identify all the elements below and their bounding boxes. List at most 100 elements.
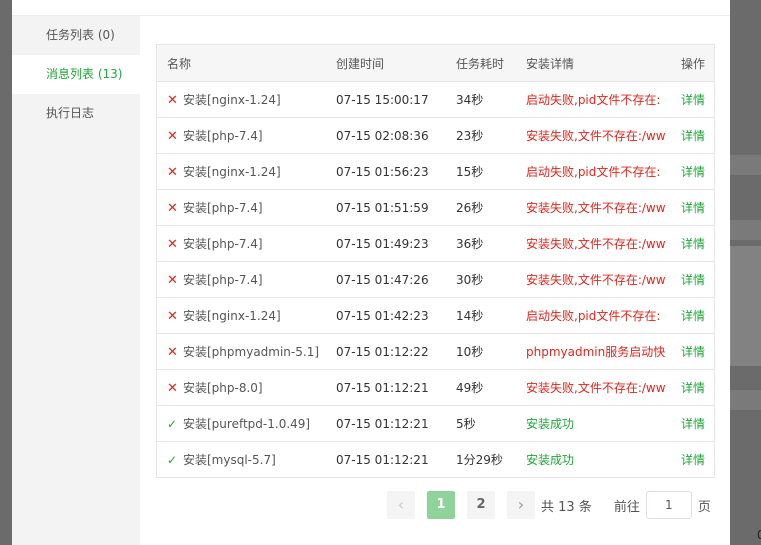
- task-name-cell: ✓ 安装[pureftpd-1.0.49]: [157, 405, 336, 442]
- detail-link[interactable]: 详情: [681, 273, 705, 287]
- table-row: ✕ 安装[php-7.4] 07-15 01:49:23 36秒 安装失败,文件不存在:…: [157, 225, 714, 262]
- created-time: 07-15 02:08:36: [336, 117, 456, 154]
- goto-label: 前往: [613, 499, 640, 515]
- task-duration: 30秒: [456, 261, 526, 298]
- cross-icon: ✕: [167, 165, 178, 180]
- backdrop-bar: [730, 155, 761, 175]
- task-duration: 26秒: [456, 189, 526, 226]
- install-detail: 安装失败,文件不存在:/ww: [526, 225, 681, 262]
- page-button-1[interactable]: 1: [427, 491, 455, 519]
- operation-cell: 详情: [681, 189, 714, 226]
- sidebar-item-execution-log[interactable]: 执行日志: [12, 94, 140, 133]
- goto-suffix: 页: [697, 499, 711, 515]
- task-name: 安装[nginx-1.24]: [183, 165, 281, 179]
- operation-cell: 详情: [681, 225, 714, 262]
- operation-cell: 详情: [681, 261, 714, 298]
- created-time: 07-15 01:49:23: [336, 225, 456, 262]
- install-detail: 安装失败,文件不存在:/ww: [526, 261, 681, 298]
- install-detail: 安装失败,文件不存在:/ww: [526, 189, 681, 226]
- task-name-cell: ✕ 安装[php-8.0]: [157, 369, 336, 406]
- table-row: ✓ 安装[pureftpd-1.0.49] 07-15 01:12:21 5秒 安装成功…: [157, 405, 714, 442]
- created-time: 07-15 15:00:17: [336, 81, 456, 118]
- operation-cell: 详情: [681, 405, 714, 442]
- task-name: 安装[mysql-5.7]: [183, 453, 276, 467]
- created-time: 07-15 01:47:26: [336, 261, 456, 298]
- task-duration: 34秒: [456, 81, 526, 118]
- cross-icon: ✕: [167, 201, 178, 216]
- detail-link[interactable]: 详情: [681, 165, 705, 179]
- backdrop-bar: [730, 220, 761, 240]
- detail-link[interactable]: 详情: [681, 93, 705, 107]
- task-name-cell: ✕ 安装[php-7.4]: [157, 117, 336, 154]
- backdrop-text: 0: [757, 528, 761, 542]
- task-duration: 49秒: [456, 369, 526, 406]
- cross-icon: ✕: [167, 381, 178, 396]
- operation-cell: 详情: [681, 442, 714, 478]
- cross-icon: ✕: [167, 93, 178, 108]
- operation-cell: 详情: [681, 117, 714, 154]
- operation-cell: 详情: [681, 333, 714, 370]
- task-name-cell: ✕ 安装[nginx-1.24]: [157, 81, 336, 118]
- task-name: 安装[php-7.4]: [183, 273, 263, 287]
- task-name: 安装[php-7.4]: [183, 201, 263, 215]
- column-header-detail: 安装详情: [526, 45, 681, 82]
- backdrop-bar: [730, 390, 761, 410]
- detail-link[interactable]: 详情: [681, 345, 705, 359]
- task-name-cell: ✕ 安装[phpmyadmin-5.1]: [157, 333, 336, 370]
- table-row: ✕ 安装[php-7.4] 07-15 01:51:59 26秒 安装失败,文件不存在:…: [157, 189, 714, 226]
- page-button-2[interactable]: 2: [467, 491, 495, 519]
- detail-link[interactable]: 详情: [681, 201, 705, 215]
- detail-link[interactable]: 详情: [681, 309, 705, 323]
- created-time: 07-15 01:12:21: [336, 405, 456, 442]
- column-header-duration: 任务耗时: [456, 45, 526, 82]
- operation-cell: 详情: [681, 369, 714, 406]
- table-row: ✓ 安装[mysql-5.7] 07-15 01:12:21 1分29秒 安装成功 详情: [157, 442, 714, 478]
- message-table: 名称 创建时间 任务耗时 安装详情 操作 ✕ 安装[nginx-1.24] 07-1…: [156, 44, 715, 478]
- detail-link[interactable]: 详情: [681, 381, 705, 395]
- table-row: ✕ 安装[nginx-1.24] 07-15 15:00:17 34秒 启动失败,pid…: [157, 81, 714, 118]
- created-time: 07-15 01:42:23: [336, 297, 456, 334]
- dialog-sidebar: 任务列表 (0) 消息列表 (13) 执行日志: [12, 16, 140, 545]
- check-icon: ✓: [167, 453, 178, 467]
- column-header-operation: 操作: [681, 45, 714, 82]
- message-dialog: 任务列表 (0) 消息列表 (13) 执行日志 名称 创建时间 任务耗时 安装详…: [12, 0, 730, 545]
- task-name: 安装[php-8.0]: [183, 381, 263, 395]
- task-name: 安装[pureftpd-1.0.49]: [183, 417, 311, 431]
- created-time: 07-15 01:12:21: [336, 369, 456, 406]
- task-name-cell: ✕ 安装[nginx-1.24]: [157, 297, 336, 334]
- created-time: 07-15 01:56:23: [336, 153, 456, 190]
- task-duration: 14秒: [456, 297, 526, 334]
- cross-icon: ✕: [167, 309, 178, 324]
- task-duration: 36秒: [456, 225, 526, 262]
- sidebar-item-message-list[interactable]: 消息列表 (13): [12, 55, 140, 94]
- detail-link[interactable]: 详情: [681, 237, 705, 251]
- table-header-row: 名称 创建时间 任务耗时 安装详情 操作: [157, 45, 714, 82]
- prev-page-button[interactable]: ‹: [387, 491, 415, 519]
- task-duration: 1分29秒: [456, 453, 503, 467]
- table-row: ✕ 安装[php-7.4] 07-15 01:47:26 30秒 安装失败,文件不存在:…: [157, 261, 714, 298]
- task-name-cell: ✕ 安装[php-7.4]: [157, 261, 336, 298]
- pagination: ‹ 1 2 › 共 13 条 前往 页: [387, 490, 711, 520]
- task-name: 安装[nginx-1.24]: [183, 309, 281, 323]
- table-row: ✕ 安装[phpmyadmin-5.1] 07-15 01:12:22 10秒 phpm…: [157, 333, 714, 370]
- detail-link[interactable]: 详情: [681, 129, 705, 143]
- task-duration: 23秒: [456, 117, 526, 154]
- operation-cell: 详情: [681, 153, 714, 190]
- install-detail: 安装成功: [526, 453, 575, 467]
- task-duration: 10秒: [456, 333, 526, 370]
- backdrop-card: [730, 246, 761, 366]
- chevron-left-icon: ‹: [397, 495, 405, 514]
- goto-page-input[interactable]: [645, 491, 692, 519]
- task-name-cell: ✕ 安装[php-7.4]: [157, 189, 336, 226]
- install-detail: 启动失败,pid文件不存在:: [526, 153, 681, 190]
- next-page-button[interactable]: ›: [507, 491, 535, 519]
- task-name: 安装[php-7.4]: [183, 129, 263, 143]
- created-time: 07-15 01:12:22: [336, 333, 456, 370]
- check-icon: ✓: [167, 417, 178, 431]
- table-row: ✕ 安装[php-8.0] 07-15 01:12:21 49秒 安装失败,文件不存在:…: [157, 369, 714, 406]
- detail-link[interactable]: 详情: [681, 453, 705, 467]
- detail-link[interactable]: 详情: [681, 417, 705, 431]
- sidebar-item-task-list[interactable]: 任务列表 (0): [12, 16, 140, 55]
- install-detail: 启动失败,pid文件不存在:: [526, 81, 681, 118]
- install-detail: 安装失败,文件不存在:/ww: [526, 117, 681, 154]
